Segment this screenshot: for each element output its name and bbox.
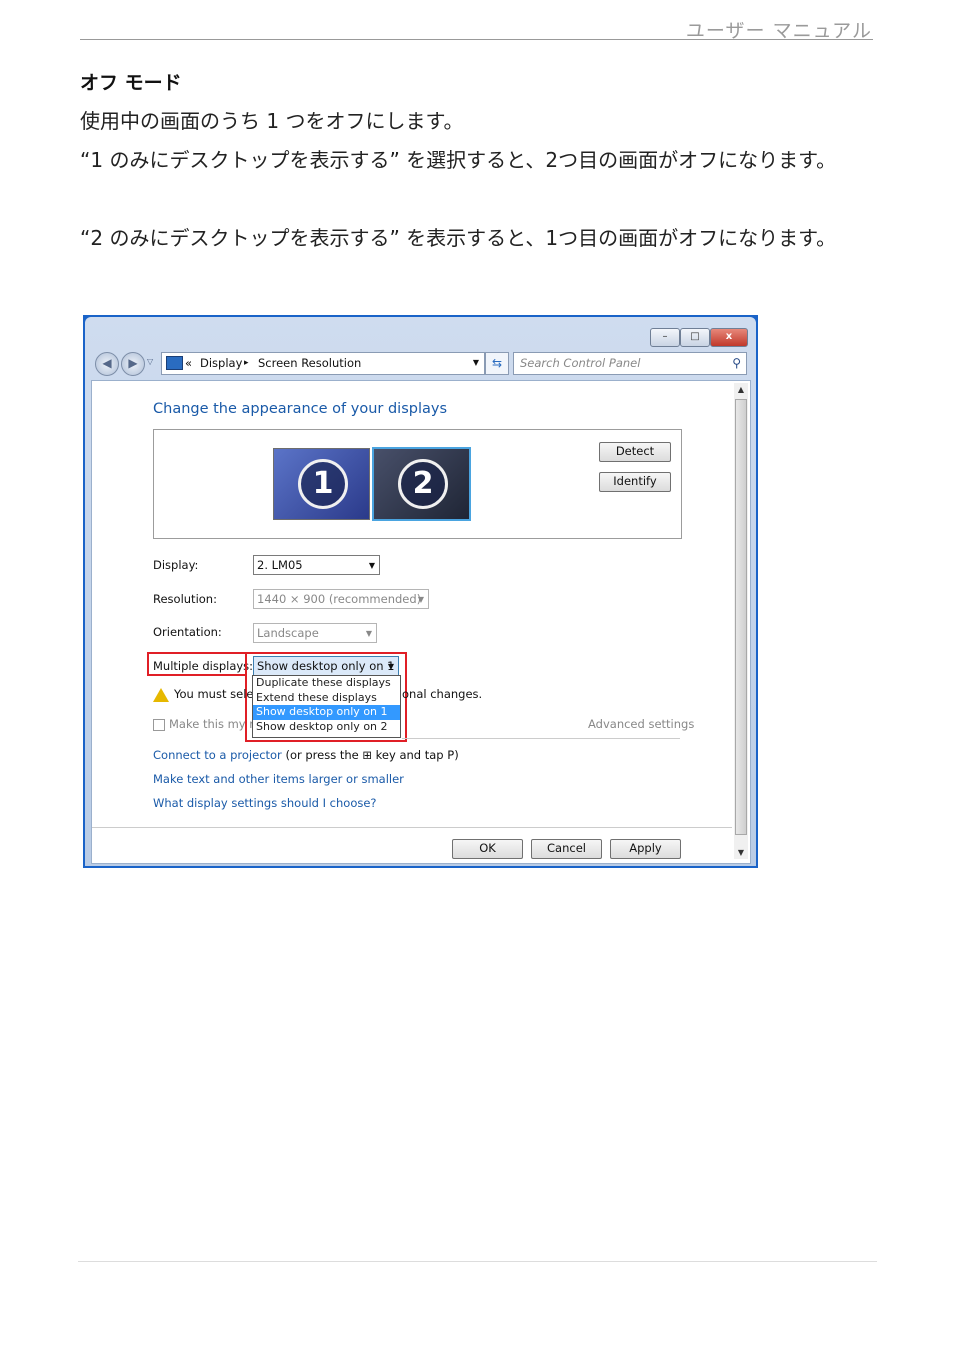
scroll-down-icon[interactable]: ▼ (734, 848, 748, 857)
apply-button[interactable]: Apply (610, 839, 681, 859)
make-main-display-checkbox[interactable]: Make this my m (153, 717, 260, 731)
option-duplicate[interactable]: Duplicate these displays (253, 676, 400, 691)
minimize-button[interactable]: – (650, 328, 680, 347)
maximize-button[interactable]: □ (680, 328, 710, 347)
page-title: Change the appearance of your displays (153, 401, 448, 417)
paragraph-2: “1 のみにデスクトップを表示する” を選択すると、2つ目の画面がオフになります… (80, 148, 837, 172)
connect-projector-link[interactable]: Connect to a projector (153, 748, 282, 762)
warning-text-right: onal changes. (402, 687, 483, 701)
multiple-displays-label: Multiple displays: (153, 659, 254, 673)
monitor-2-number: 2 (398, 459, 448, 509)
ok-button[interactable]: OK (452, 839, 523, 859)
screenshot-figure: – □ x ◀ ▶ ▽ « Display ▸ Screen Resolutio… (83, 315, 758, 868)
cancel-button[interactable]: Cancel (531, 839, 602, 859)
multiple-displays-value: Show desktop only on 1 (257, 659, 395, 673)
orientation-value: Landscape (257, 626, 319, 640)
chevron-down-icon: ▼ (417, 595, 424, 604)
divider (402, 738, 680, 739)
paragraph-1: 使用中の画面のうち 1 つをオフにします。 (80, 109, 464, 133)
chevron-down-icon: ▼ (387, 662, 394, 671)
detect-button[interactable]: Detect (599, 442, 671, 462)
resolution-label: Resolution: (153, 592, 217, 606)
breadcrumb-display[interactable]: Display (200, 353, 242, 373)
warning-text-left: You must selec (174, 687, 260, 701)
checkbox-box[interactable] (153, 718, 165, 731)
monitor-arrangement: 1 2 Detect Identify (153, 429, 682, 539)
address-dropdown-icon[interactable]: ▼ (473, 353, 479, 373)
multiple-displays-dropdown-list: Duplicate these displays Extend these di… (252, 675, 401, 738)
paragraph-3: “2 のみにデスクトップを表示する” を表示すると、1つ目の画面がオフになります… (80, 226, 837, 250)
search-placeholder: Search Control Panel (520, 356, 641, 370)
breadcrumb-arrow-icon[interactable]: ▸ (244, 353, 249, 373)
multiple-displays-select[interactable]: Show desktop only on 1 ▼ (253, 656, 399, 676)
footer-rule (78, 1261, 877, 1262)
checkbox-label: Make this my m (169, 717, 261, 731)
orientation-select[interactable]: Landscape ▼ (253, 623, 377, 643)
resolution-value: 1440 × 900 (recommended) (257, 592, 422, 606)
back-icon[interactable]: ◀ (95, 352, 119, 376)
section-heading: オフ モード (80, 72, 182, 94)
search-icon[interactable]: ⚲ (732, 353, 741, 373)
control-panel-icon (166, 356, 183, 370)
header-rule (80, 39, 873, 40)
refresh-icon[interactable]: ⇆ (485, 352, 509, 375)
display-value: 2. LM05 (257, 558, 303, 572)
address-bar[interactable]: « Display ▸ Screen Resolution ▼ (161, 352, 485, 375)
scrollbar-thumb[interactable] (735, 399, 747, 835)
history-dropdown-icon[interactable]: ▽ (147, 357, 153, 366)
close-button[interactable]: x (710, 328, 748, 347)
display-settings-help-link[interactable]: What display settings should I choose? (153, 796, 377, 810)
breadcrumb-screen-resolution[interactable]: Screen Resolution (258, 353, 361, 373)
chevron-down-icon: ▼ (368, 561, 375, 570)
option-show-only-2[interactable]: Show desktop only on 2 (253, 720, 400, 735)
projector-hint: (or press the ⊞ key and tap P) (281, 748, 459, 762)
display-label: Display: (153, 558, 199, 572)
button-bar-divider (92, 827, 732, 828)
option-extend[interactable]: Extend these displays (253, 691, 400, 706)
screen-resolution-window: – □ x ◀ ▶ ▽ « Display ▸ Screen Resolutio… (85, 317, 756, 866)
option-show-only-1[interactable]: Show desktop only on 1 (253, 705, 400, 720)
display-select[interactable]: 2. LM05 ▼ (253, 555, 380, 575)
content-pane: ▲ ▼ Change the appearance of your displa… (91, 380, 751, 864)
identify-button[interactable]: Identify (599, 472, 671, 492)
search-input[interactable]: Search Control Panel ⚲ (513, 352, 747, 375)
chevron-down-icon: ▼ (365, 629, 372, 638)
monitor-1-number: 1 (298, 459, 348, 509)
orientation-label: Orientation: (153, 625, 222, 639)
monitor-1[interactable]: 1 (273, 448, 370, 520)
advanced-settings-link[interactable]: Advanced settings (588, 717, 694, 731)
scroll-up-icon[interactable]: ▲ (734, 385, 748, 394)
vertical-scrollbar[interactable]: ▲ ▼ (734, 383, 748, 859)
breadcrumb-overflow[interactable]: « (185, 353, 192, 373)
warning-message: You must selec (153, 687, 260, 702)
warning-icon (153, 687, 169, 702)
forward-icon[interactable]: ▶ (121, 352, 145, 376)
text-size-link[interactable]: Make text and other items larger or smal… (153, 772, 404, 786)
projector-line: Connect to a projector (or press the ⊞ k… (153, 748, 459, 762)
monitor-2[interactable]: 2 (372, 447, 471, 521)
resolution-select[interactable]: 1440 × 900 (recommended) ▼ (253, 589, 429, 609)
